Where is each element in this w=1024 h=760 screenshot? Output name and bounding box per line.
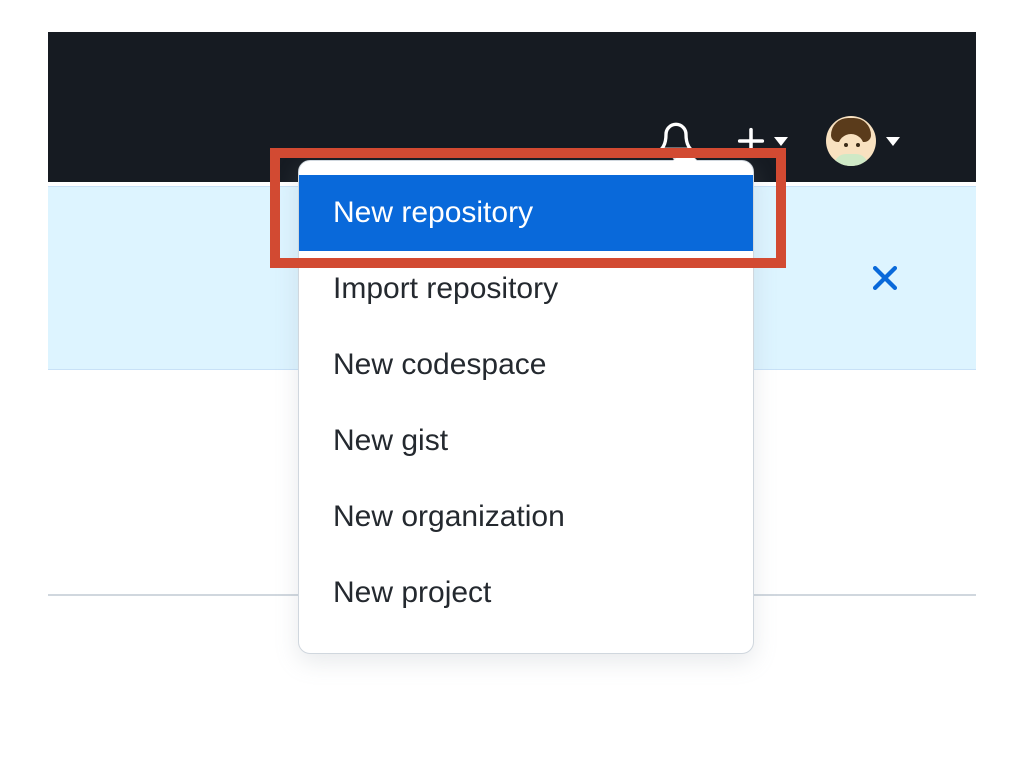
user-menu-button[interactable] (826, 116, 900, 166)
menu-item-import-repository[interactable]: Import repository (299, 251, 753, 327)
create-new-button[interactable] (734, 124, 788, 158)
avatar (826, 116, 876, 166)
menu-item-new-codespace[interactable]: New codespace (299, 327, 753, 403)
menu-item-new-organization[interactable]: New organization (299, 479, 753, 555)
menu-item-new-repository[interactable]: New repository (299, 175, 753, 251)
caret-down-icon (774, 137, 788, 146)
close-icon (868, 261, 902, 295)
menu-item-new-gist[interactable]: New gist (299, 403, 753, 479)
plus-icon (734, 124, 768, 158)
caret-down-icon (886, 137, 900, 146)
banner-dismiss-button[interactable] (868, 261, 902, 300)
create-new-dropdown: New repository Import repository New cod… (298, 160, 754, 654)
menu-item-new-project[interactable]: New project (299, 555, 753, 631)
